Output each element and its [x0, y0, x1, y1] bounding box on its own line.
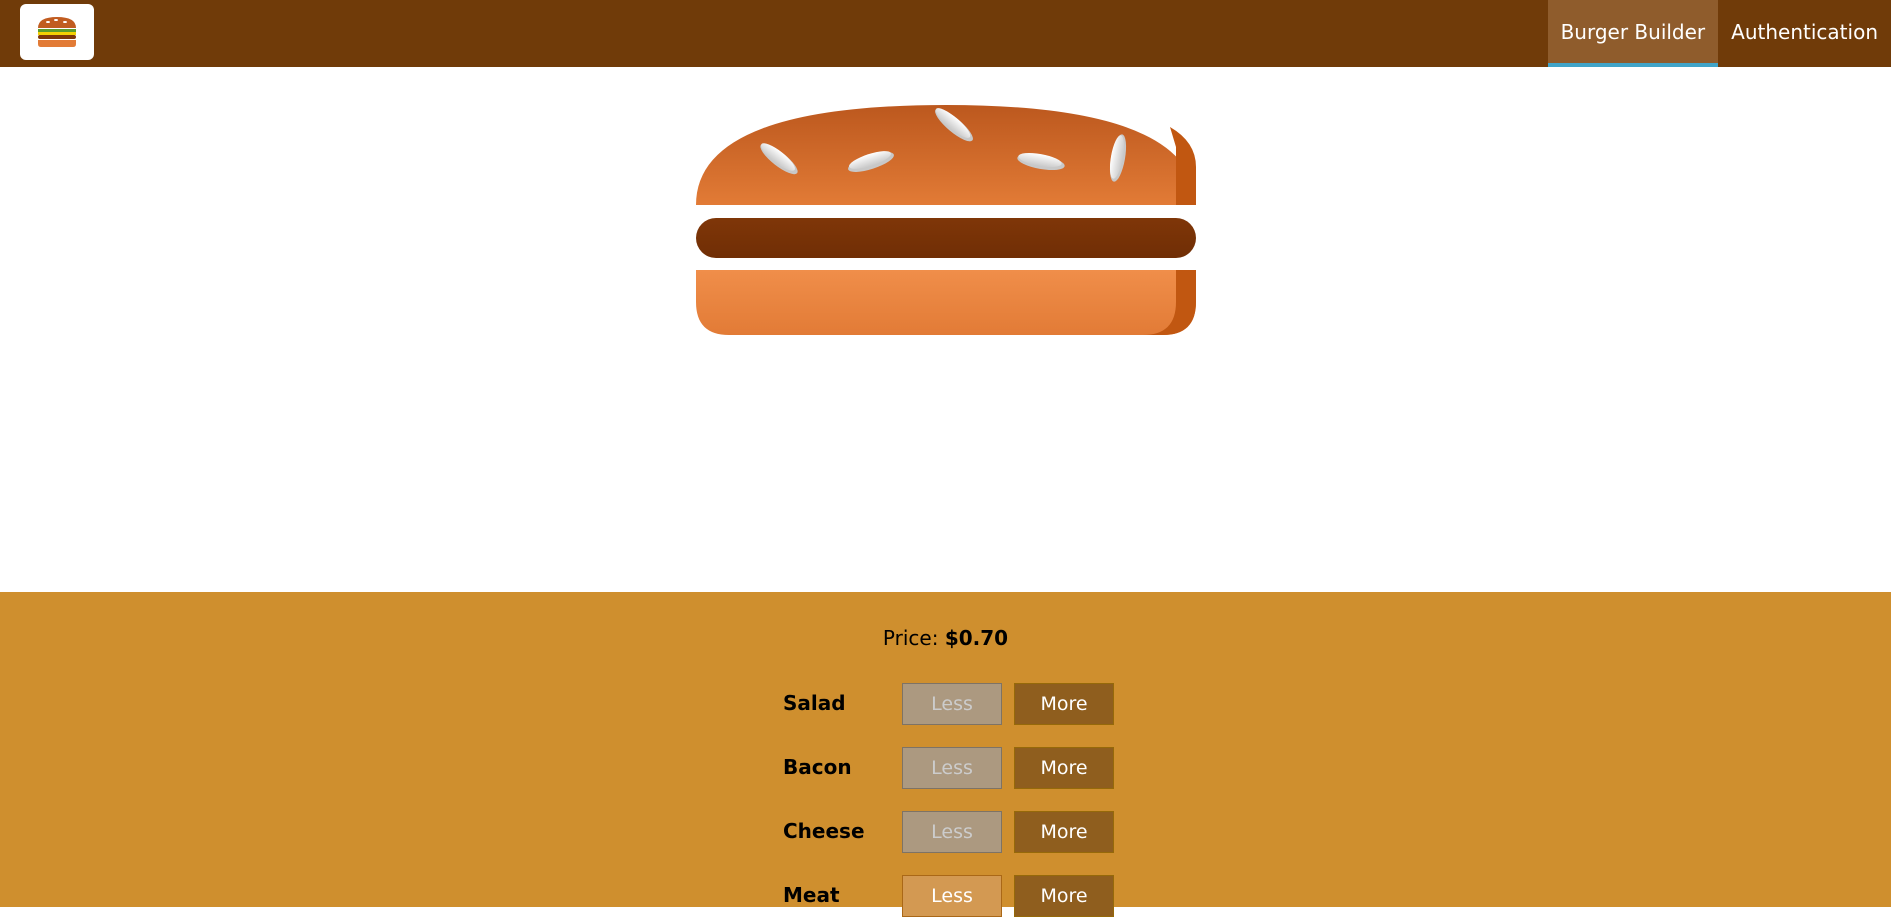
burger-preview [0, 67, 1891, 592]
less-button[interactable]: Less [902, 875, 1002, 917]
toolbar: Burger Builder Authentication [0, 0, 1891, 67]
price-value: $0.70 [944, 626, 1009, 650]
more-button[interactable]: More [1014, 875, 1114, 917]
ingredient-label: Bacon [783, 755, 852, 779]
burger-logo-icon[interactable] [20, 4, 94, 60]
ingredient-label: Salad [783, 691, 846, 715]
more-button[interactable]: More [1014, 747, 1114, 789]
ingredient-label: Meat [783, 883, 840, 907]
nav-burger-builder[interactable]: Burger Builder [1547, 0, 1719, 67]
main-nav: Burger Builder Authentication [1547, 0, 1891, 67]
nav-authentication[interactable]: Authentication [1718, 0, 1891, 67]
less-button[interactable]: Less [902, 811, 1002, 853]
less-button[interactable]: Less [902, 747, 1002, 789]
less-button[interactable]: Less [902, 683, 1002, 725]
price-display: Price: $0.70 [0, 626, 1891, 650]
meat [696, 218, 1196, 258]
price-label: Price: [882, 626, 939, 650]
bread-bottom [696, 270, 1196, 335]
build-control-meat: Meat Less More [783, 875, 1114, 917]
ingredient-label: Cheese [783, 819, 865, 843]
build-control-cheese: Cheese Less More [783, 811, 1114, 853]
build-control-bacon: Bacon Less More [783, 747, 1114, 789]
more-button[interactable]: More [1014, 683, 1114, 725]
more-button[interactable]: More [1014, 811, 1114, 853]
build-control-salad: Salad Less More [783, 683, 1114, 725]
